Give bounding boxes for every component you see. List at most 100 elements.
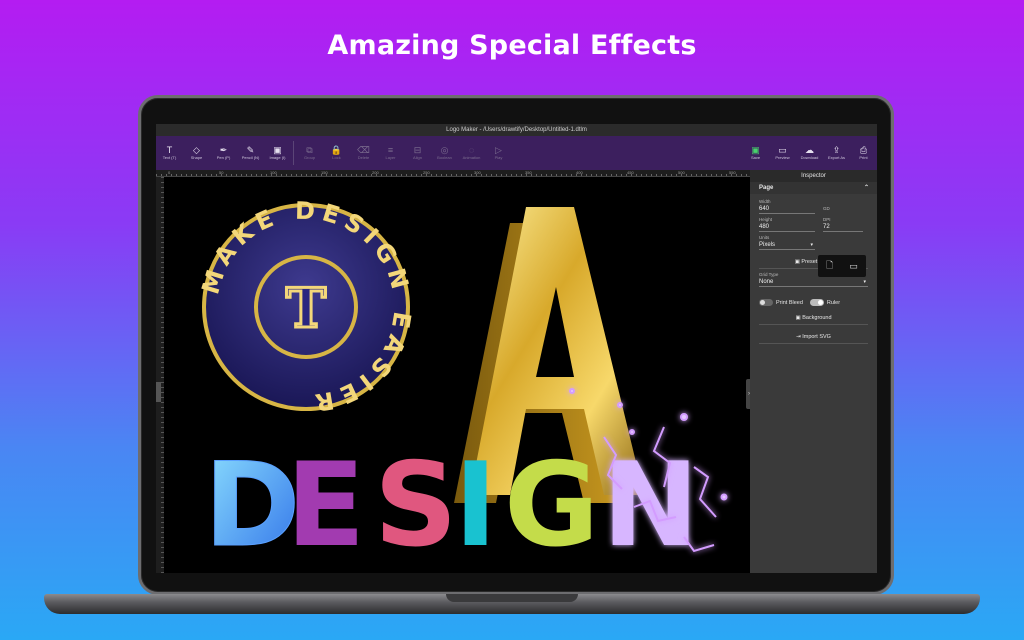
save-tool-label: Save: [750, 155, 761, 160]
page-section-header[interactable]: Page ⌃: [750, 182, 877, 194]
pen-tool[interactable]: ✒ Pen (P): [210, 136, 237, 170]
save-tool[interactable]: ▣ Save: [742, 136, 769, 170]
ruler-tick-label: 550: [729, 170, 736, 175]
play-icon: ▷: [495, 145, 502, 155]
export-icon: ⇪: [832, 145, 841, 155]
import-svg-button[interactable]: ⇥ Import SVG: [759, 331, 868, 344]
design-letter-g: G: [504, 438, 599, 573]
shape-icon: ◇: [193, 145, 200, 155]
import-svg-label: Import SVG: [802, 334, 831, 340]
chevron-up-icon[interactable]: ⌃: [864, 182, 869, 194]
dropdown-arrow-icon: ▾: [863, 279, 866, 285]
lock-tool-label: Lock: [332, 155, 341, 160]
design-canvas[interactable]: MAKE DESIGN EASIER T DESIGN: [164, 177, 750, 573]
delete-icon: ⌫: [357, 145, 370, 155]
ruler-tick-label: 0: [168, 170, 171, 175]
pencil-icon: ✎: [246, 145, 255, 155]
pencil-tool[interactable]: ✎ Pencil (N): [237, 136, 264, 170]
headline: Amazing Special Effects: [327, 30, 697, 61]
download-tool[interactable]: ☁ Download: [796, 136, 823, 170]
export-tool[interactable]: ⇪ Export As: [823, 136, 850, 170]
group-icon: ⧉: [306, 145, 313, 155]
design-letter-n: N: [602, 438, 699, 573]
ruler-tick-label: 300: [474, 170, 481, 175]
align-icon: ⊟: [413, 145, 422, 155]
text-tool-label: Text (T): [162, 155, 177, 160]
text-icon: T: [166, 145, 173, 155]
pen-tool-label: Pen (P): [216, 155, 231, 160]
shape-tool[interactable]: ◇ Shape: [183, 136, 210, 170]
toolbar-separator: [293, 141, 294, 165]
units-select[interactable]: Pixels ▾: [759, 240, 815, 250]
animation-tool-label: Animation: [462, 155, 481, 160]
layer-tool-label: Layer: [385, 155, 396, 160]
background-label: Background: [802, 315, 832, 321]
print-bleed-toggle[interactable]: [759, 299, 773, 306]
play-tool-label: Play: [494, 155, 503, 160]
window-title: Logo Maker - /Users/drawtify/Desktop/Unt…: [156, 124, 877, 136]
align-tool-label: Align: [413, 155, 422, 160]
ruler-tick-label: 450: [627, 170, 634, 175]
ruler-toggle[interactable]: [809, 299, 824, 306]
group-tool[interactable]: ⧉ Group: [296, 136, 323, 170]
download-icon: ☁: [805, 145, 814, 155]
boolean-icon: ◎: [440, 145, 449, 155]
inspector-panel: Inspector Page ⌃ Width 640 GD Height 480…: [750, 170, 877, 573]
badge-center-letter: T: [286, 276, 326, 340]
preview-icon: ▭: [778, 145, 787, 155]
save-icon: ▣: [751, 145, 760, 155]
delete-tool[interactable]: ⌫ Delete: [350, 136, 377, 170]
layer-icon: ≡: [387, 145, 394, 155]
print-tool-label: Print: [859, 155, 868, 160]
ruler-label: Ruler: [826, 299, 841, 306]
ruler-tick-label: 200: [372, 170, 379, 175]
download-tool-label: Download: [800, 155, 819, 160]
print-tool[interactable]: ⎙ Print: [850, 136, 877, 170]
ruler-tick-label: 500: [678, 170, 685, 175]
group-tool-label: Group: [303, 155, 316, 160]
design-badge: MAKE DESIGN EASIER T: [196, 197, 410, 418]
height-field[interactable]: 480: [759, 222, 815, 232]
dropdown-arrow-icon: ▾: [810, 242, 813, 248]
link-dimensions-icon[interactable]: GD: [823, 206, 830, 211]
dpi-field[interactable]: 72: [823, 222, 863, 232]
animation-tool[interactable]: ◌ Animation: [458, 136, 485, 170]
ruler-tick-label: 250: [423, 170, 430, 175]
portrait-page-icon[interactable]: 🗋: [826, 258, 833, 274]
print-bleed-label: Print Bleed: [776, 299, 803, 306]
boolean-tool-label: Boolean: [437, 155, 452, 160]
design-letter-s: S: [374, 438, 458, 573]
grid-type-select[interactable]: None ▾: [759, 277, 868, 287]
page-section-label: Page: [759, 185, 774, 191]
export-tool-label: Export As: [827, 155, 846, 160]
layer-tool[interactable]: ≡ Layer: [377, 136, 404, 170]
ruler-tick-label: 400: [576, 170, 583, 175]
design-letter-i: I: [454, 438, 497, 573]
pen-icon: ✒: [219, 145, 228, 155]
landscape-page-icon[interactable]: ▭: [849, 261, 858, 272]
design-word: DE SI G N: [204, 438, 700, 574]
print-icon: ⎙: [859, 145, 868, 155]
align-tool[interactable]: ⊟ Align: [404, 136, 431, 170]
ruler-tick-label: 350: [525, 170, 532, 175]
boolean-tool[interactable]: ◎ Boolean: [431, 136, 458, 170]
background-button[interactable]: ▣ Background: [759, 312, 868, 325]
vertical-ruler-tab[interactable]: [156, 382, 161, 402]
width-field[interactable]: 640: [759, 204, 815, 214]
laptop-notch: [446, 594, 578, 602]
preview-tool-label: Preview: [775, 155, 790, 160]
pencil-tool-label: Pencil (N): [241, 155, 260, 160]
canvas-artwork: MAKE DESIGN EASIER T DE SI G N: [196, 197, 728, 574]
lock-icon: 🔒: [330, 145, 343, 155]
horizontal-ruler: 0 50 100 150 200 250 300 350 400 450 500 550: [156, 170, 750, 177]
vertical-ruler: [156, 177, 164, 573]
delete-tool-label: Delete: [357, 155, 370, 160]
image-tool-label: Image (I): [269, 155, 286, 160]
units-value: Pixels: [759, 242, 776, 248]
image-tool[interactable]: ▣ Image (I): [264, 136, 291, 170]
preview-tool[interactable]: ▭ Preview: [769, 136, 796, 170]
text-tool[interactable]: T Text (T): [156, 136, 183, 170]
play-tool[interactable]: ▷ Play: [485, 136, 512, 170]
shape-tool-label: Shape: [190, 155, 203, 160]
lock-tool[interactable]: 🔒 Lock: [323, 136, 350, 170]
